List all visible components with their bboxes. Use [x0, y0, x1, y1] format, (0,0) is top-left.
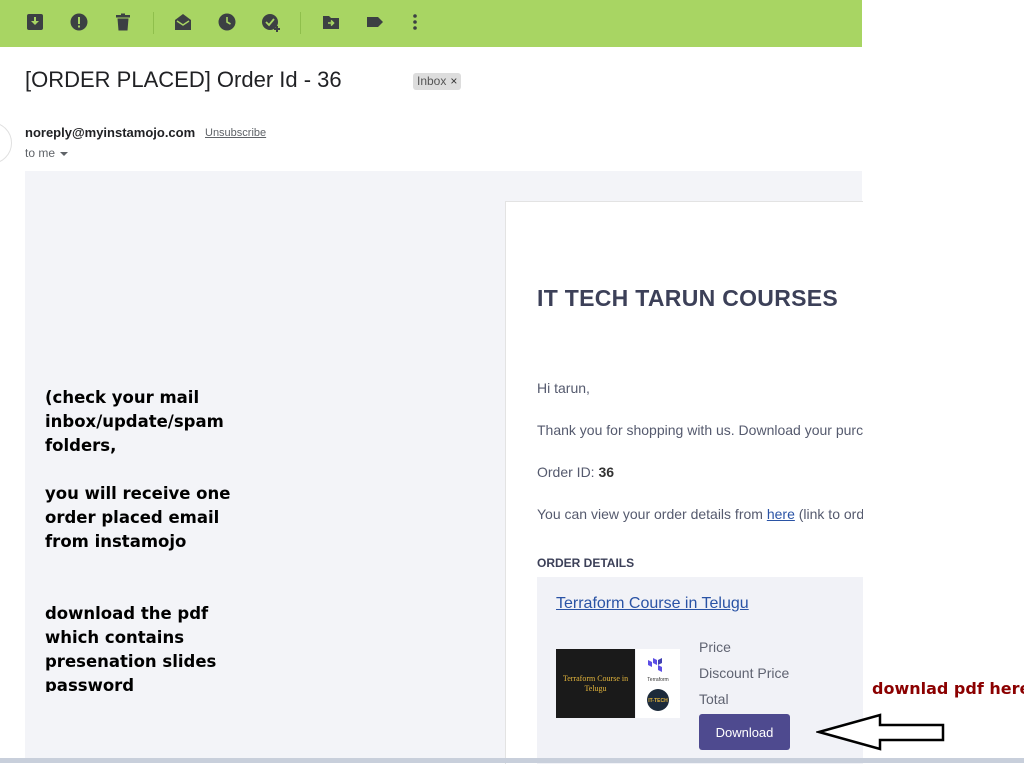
unsubscribe-link[interactable]: Unsubscribe	[205, 127, 266, 139]
greeting: Hi tarun,	[537, 380, 590, 396]
note-line: password	[45, 676, 135, 692]
order-id-value: 36	[598, 464, 615, 480]
delete-icon[interactable]	[112, 11, 134, 33]
note-check-inbox: (check your mail inbox/update/spam folde…	[45, 386, 224, 458]
email-subject: [ORDER PLACED] Order Id - 36	[25, 67, 342, 92]
download-button[interactable]: Download	[699, 714, 790, 750]
course-title-link[interactable]: Terraform Course in Telugu	[556, 595, 749, 613]
svg-text:IT-TECH: IT-TECH	[648, 698, 668, 704]
store-name: IT TECH TARUN COURSES	[537, 285, 839, 311]
window-bottom-border	[0, 758, 1024, 763]
toolbar-divider	[300, 12, 301, 34]
label-icon[interactable]	[364, 11, 386, 33]
recipient-details[interactable]: to me	[25, 146, 69, 160]
thank-you-text: Thank you for shopping with us. Download…	[537, 422, 863, 438]
note-line: folders,	[45, 436, 117, 455]
snooze-icon[interactable]	[216, 11, 238, 33]
note-line: which contains	[45, 628, 185, 647]
svg-text:Terraform: Terraform	[647, 677, 668, 683]
price-label: Price	[699, 639, 731, 655]
note-line: order placed email	[45, 508, 220, 527]
note-line: inbox/update/spam	[45, 412, 224, 431]
note-line: download the pdf	[45, 604, 209, 623]
toolbar	[0, 0, 862, 47]
avatar	[0, 122, 12, 164]
add-task-icon[interactable]	[260, 11, 282, 33]
order-details-link[interactable]: here	[767, 506, 795, 522]
chevron-down-icon[interactable]	[60, 151, 69, 156]
download-annotation: downlad pdf here	[872, 679, 1024, 698]
order-id-label: Order ID:	[537, 464, 599, 480]
move-to-icon[interactable]	[320, 11, 342, 33]
report-spam-icon[interactable]	[68, 11, 90, 33]
inbox-label-chip[interactable]: Inbox ×	[413, 73, 462, 90]
discount-price-label: Discount Price	[699, 665, 790, 681]
arrow-left-icon	[816, 713, 945, 751]
thumbnail-text: Terraform Course in Telugu	[562, 673, 629, 693]
order-id-line: Order ID: 36	[537, 464, 614, 480]
note-line: presenation slides	[45, 652, 217, 671]
terraform-logo-icon: Terraform IT-TECH	[636, 649, 680, 718]
toolbar-divider	[153, 12, 154, 34]
note-line: you will receive one	[45, 484, 231, 503]
note-download-pdf: download the pdf which contains presenat…	[45, 602, 216, 692]
view-order-prefix: You can view your order details from	[537, 506, 767, 522]
course-thumbnail[interactable]: Terraform Course in Telugu	[556, 649, 635, 718]
note-order-email: you will receive one order placed email …	[45, 482, 230, 554]
recipient-text: to me	[25, 146, 56, 160]
label-text: Inbox	[417, 74, 447, 88]
order-details-heading: ORDER DETAILS	[537, 556, 635, 570]
order-card: IT TECH TARUN COURSES Hi tarun, Thank yo…	[505, 201, 863, 764]
sender-address: noreply@myinstamojo.com	[25, 125, 196, 140]
view-order-suffix: (link to ord	[794, 506, 863, 522]
archive-icon[interactable]	[24, 11, 46, 33]
remove-label-icon[interactable]: ×	[450, 74, 457, 88]
note-line: (check your mail	[45, 388, 200, 407]
order-item: Terraform Course in Telugu Terraform Cou…	[537, 577, 863, 764]
mark-unread-icon[interactable]	[172, 11, 194, 33]
note-line: from instamojo	[45, 532, 187, 551]
total-label: Total	[699, 691, 729, 707]
view-order-line: You can view your order details from her…	[537, 506, 863, 522]
more-icon[interactable]	[404, 11, 426, 33]
